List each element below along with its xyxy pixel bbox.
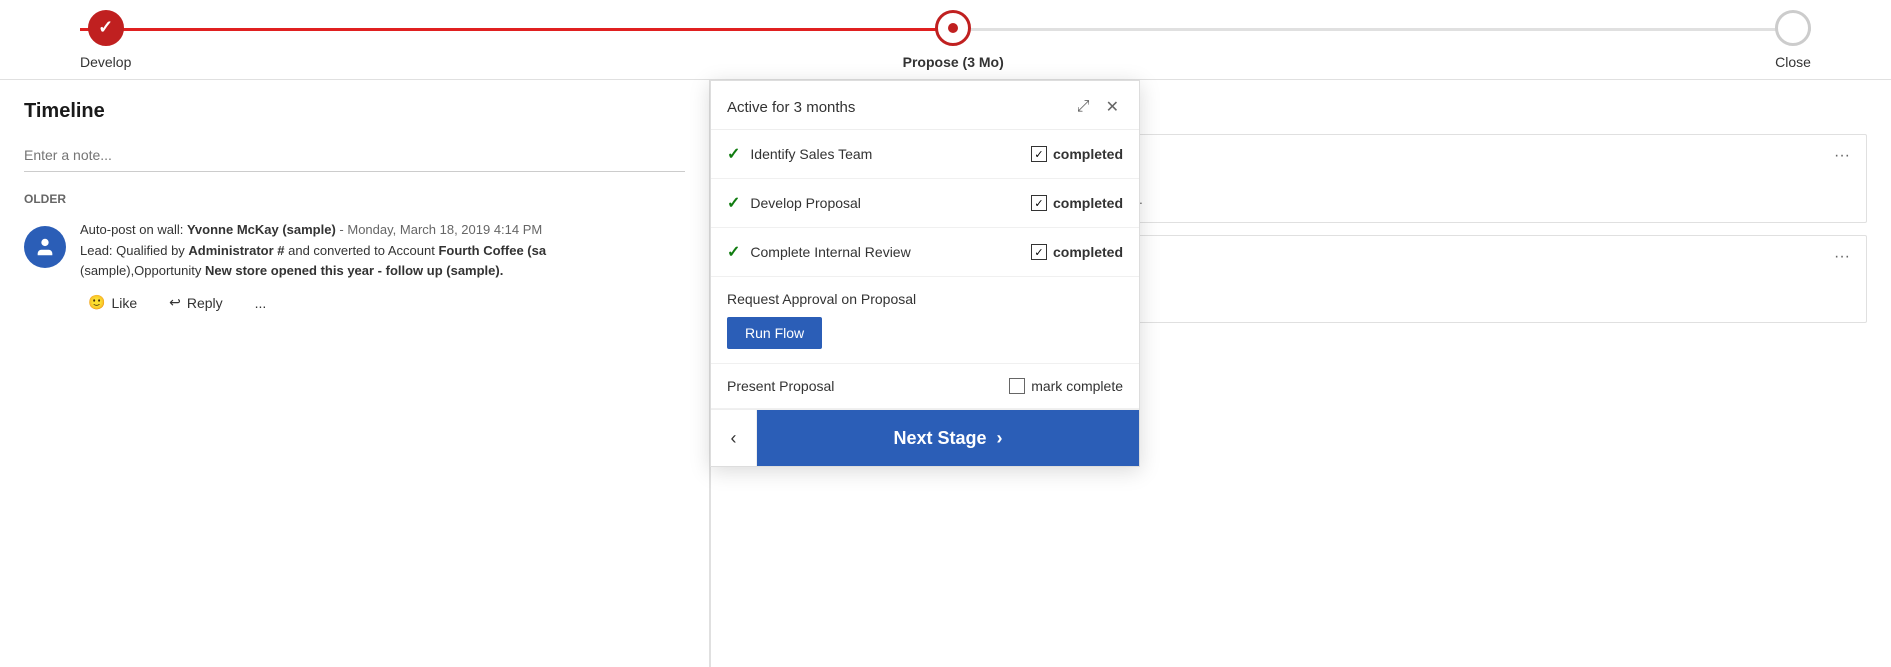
more-icon: ... — [255, 295, 267, 311]
body-bold2: Fourth Coffee (sa — [438, 243, 546, 258]
like-label: Like — [111, 295, 137, 311]
stage-develop[interactable]: ✓ Develop — [80, 10, 131, 70]
like-button[interactable]: 🙂 Like — [80, 290, 145, 315]
checklist: ✓ Identify Sales Team ✓ completed ✓ Deve… — [711, 130, 1139, 277]
timeline-header: Auto-post on wall: Yvonne McKay (sample)… — [80, 222, 685, 237]
reply-icon: ↩ — [169, 294, 181, 311]
close-button[interactable]: ✕ — [1102, 95, 1123, 119]
completed-checkbox-0[interactable]: ✓ — [1031, 146, 1047, 162]
close-icon: ✕ — [1106, 99, 1119, 116]
stage-close[interactable]: Close — [1775, 10, 1811, 70]
completed-checkbox-2[interactable]: ✓ — [1031, 244, 1047, 260]
expand-button[interactable]: ⤢ — [1073, 95, 1094, 119]
stage-close-circle — [1775, 10, 1811, 46]
completed-label-2: completed — [1053, 244, 1123, 260]
completed-label-0: completed — [1053, 146, 1123, 162]
older-label: OLDER — [24, 192, 685, 206]
checklist-item-2: ✓ Complete Internal Review ✓ completed — [711, 228, 1139, 277]
stage-develop-circle: ✓ — [88, 10, 124, 46]
mark-complete-label: mark complete — [1031, 378, 1123, 394]
timeline-title: Timeline — [24, 100, 685, 123]
left-panel: Timeline OLDER Auto-post on wall: Yvonne… — [0, 80, 710, 667]
reply-label: Reply — [187, 295, 223, 311]
like-icon: 🙂 — [88, 294, 105, 311]
expand-icon: ⤢ — [1077, 98, 1090, 115]
card-more-button-1[interactable]: ··· — [1834, 248, 1850, 266]
present-proposal-row: Present Proposal mark complete — [711, 364, 1139, 409]
checklist-right-0: ✓ completed — [1031, 146, 1123, 162]
body-bold3: New store opened this year - follow up (… — [205, 263, 503, 278]
prev-stage-button[interactable]: ‹ — [711, 410, 757, 466]
stage-propose-label: Propose (3 Mo) — [903, 54, 1004, 70]
completed-checkbox-1[interactable]: ✓ — [1031, 195, 1047, 211]
next-stage-button[interactable]: Next Stage › — [757, 410, 1139, 466]
checkmark-icon: ✓ — [98, 17, 113, 38]
timeline-item: Auto-post on wall: Yvonne McKay (sample)… — [24, 222, 685, 315]
present-proposal-right: mark complete — [1009, 378, 1123, 394]
checklist-left-2: ✓ Complete Internal Review — [727, 242, 911, 262]
popup-header-actions: ⤢ ✕ — [1073, 95, 1123, 119]
timeline-body: Auto-post on wall: Yvonne McKay (sample)… — [80, 222, 685, 315]
checklist-left-1: ✓ Develop Proposal — [727, 193, 861, 213]
stage-propose[interactable]: Propose (3 Mo) — [903, 10, 1004, 70]
timeline-text: Lead: Qualified by Administrator # and c… — [80, 241, 685, 280]
more-button[interactable]: ... — [247, 291, 275, 315]
next-stage-label: Next Stage — [893, 428, 986, 449]
checklist-item-1: ✓ Develop Proposal ✓ completed — [711, 179, 1139, 228]
popup-footer: ‹ Next Stage › — [711, 409, 1139, 466]
checklist-item-0: ✓ Identify Sales Team ✓ completed — [711, 130, 1139, 179]
card-more-button-0[interactable]: ··· — [1834, 147, 1850, 165]
body-suffix: (sample),Opportunity — [80, 263, 201, 278]
timeline-date: Monday, March 18, 2019 4:14 PM — [347, 222, 542, 237]
body-prefix: Lead: Qualified by — [80, 243, 185, 258]
present-proposal-label: Present Proposal — [727, 378, 834, 394]
stage-popup: Active for 3 months ⤢ ✕ ✓ Identify Sales… — [710, 80, 1140, 467]
next-icon: › — [997, 428, 1003, 449]
check-icon-2: ✓ — [727, 242, 740, 262]
body-bold1: Administrator # — [188, 243, 284, 258]
prev-icon: ‹ — [731, 428, 737, 449]
stage-progress-line — [80, 28, 950, 31]
checklist-right-2: ✓ completed — [1031, 244, 1123, 260]
stage-propose-circle — [935, 10, 971, 46]
avatar — [24, 226, 66, 268]
run-flow-title: Request Approval on Proposal — [727, 291, 1123, 307]
active-dot — [948, 23, 958, 33]
timeline-prefix: Auto-post on wall: — [80, 222, 183, 237]
stage-develop-label: Develop — [80, 54, 131, 70]
checklist-label-2: Complete Internal Review — [750, 244, 910, 260]
checklist-label-0: Identify Sales Team — [750, 146, 872, 162]
stage-close-label: Close — [1775, 54, 1811, 70]
mark-complete-checkbox[interactable] — [1009, 378, 1025, 394]
checklist-right-1: ✓ completed — [1031, 195, 1123, 211]
stage-bar: ✓ Develop Propose (3 Mo) Close — [0, 0, 1891, 80]
timeline-author: Yvonne McKay (sample) — [187, 222, 336, 237]
check-icon-1: ✓ — [727, 193, 740, 213]
checklist-label-1: Develop Proposal — [750, 195, 861, 211]
person-icon — [34, 236, 56, 258]
checklist-left-0: ✓ Identify Sales Team — [727, 144, 872, 164]
main-content: Timeline OLDER Auto-post on wall: Yvonne… — [0, 80, 1891, 667]
note-input[interactable] — [24, 139, 685, 172]
completed-label-1: completed — [1053, 195, 1123, 211]
body-mid: and converted to Account — [288, 243, 435, 258]
run-flow-button[interactable]: Run Flow — [727, 317, 822, 349]
timeline-actions: 🙂 Like ↩ Reply ... — [80, 290, 685, 315]
popup-header: Active for 3 months ⤢ ✕ — [711, 81, 1139, 130]
popup-title: Active for 3 months — [727, 99, 855, 116]
run-flow-section: Request Approval on Proposal Run Flow — [711, 277, 1139, 364]
reply-button[interactable]: ↩ Reply — [161, 290, 231, 315]
check-icon-0: ✓ — [727, 144, 740, 164]
